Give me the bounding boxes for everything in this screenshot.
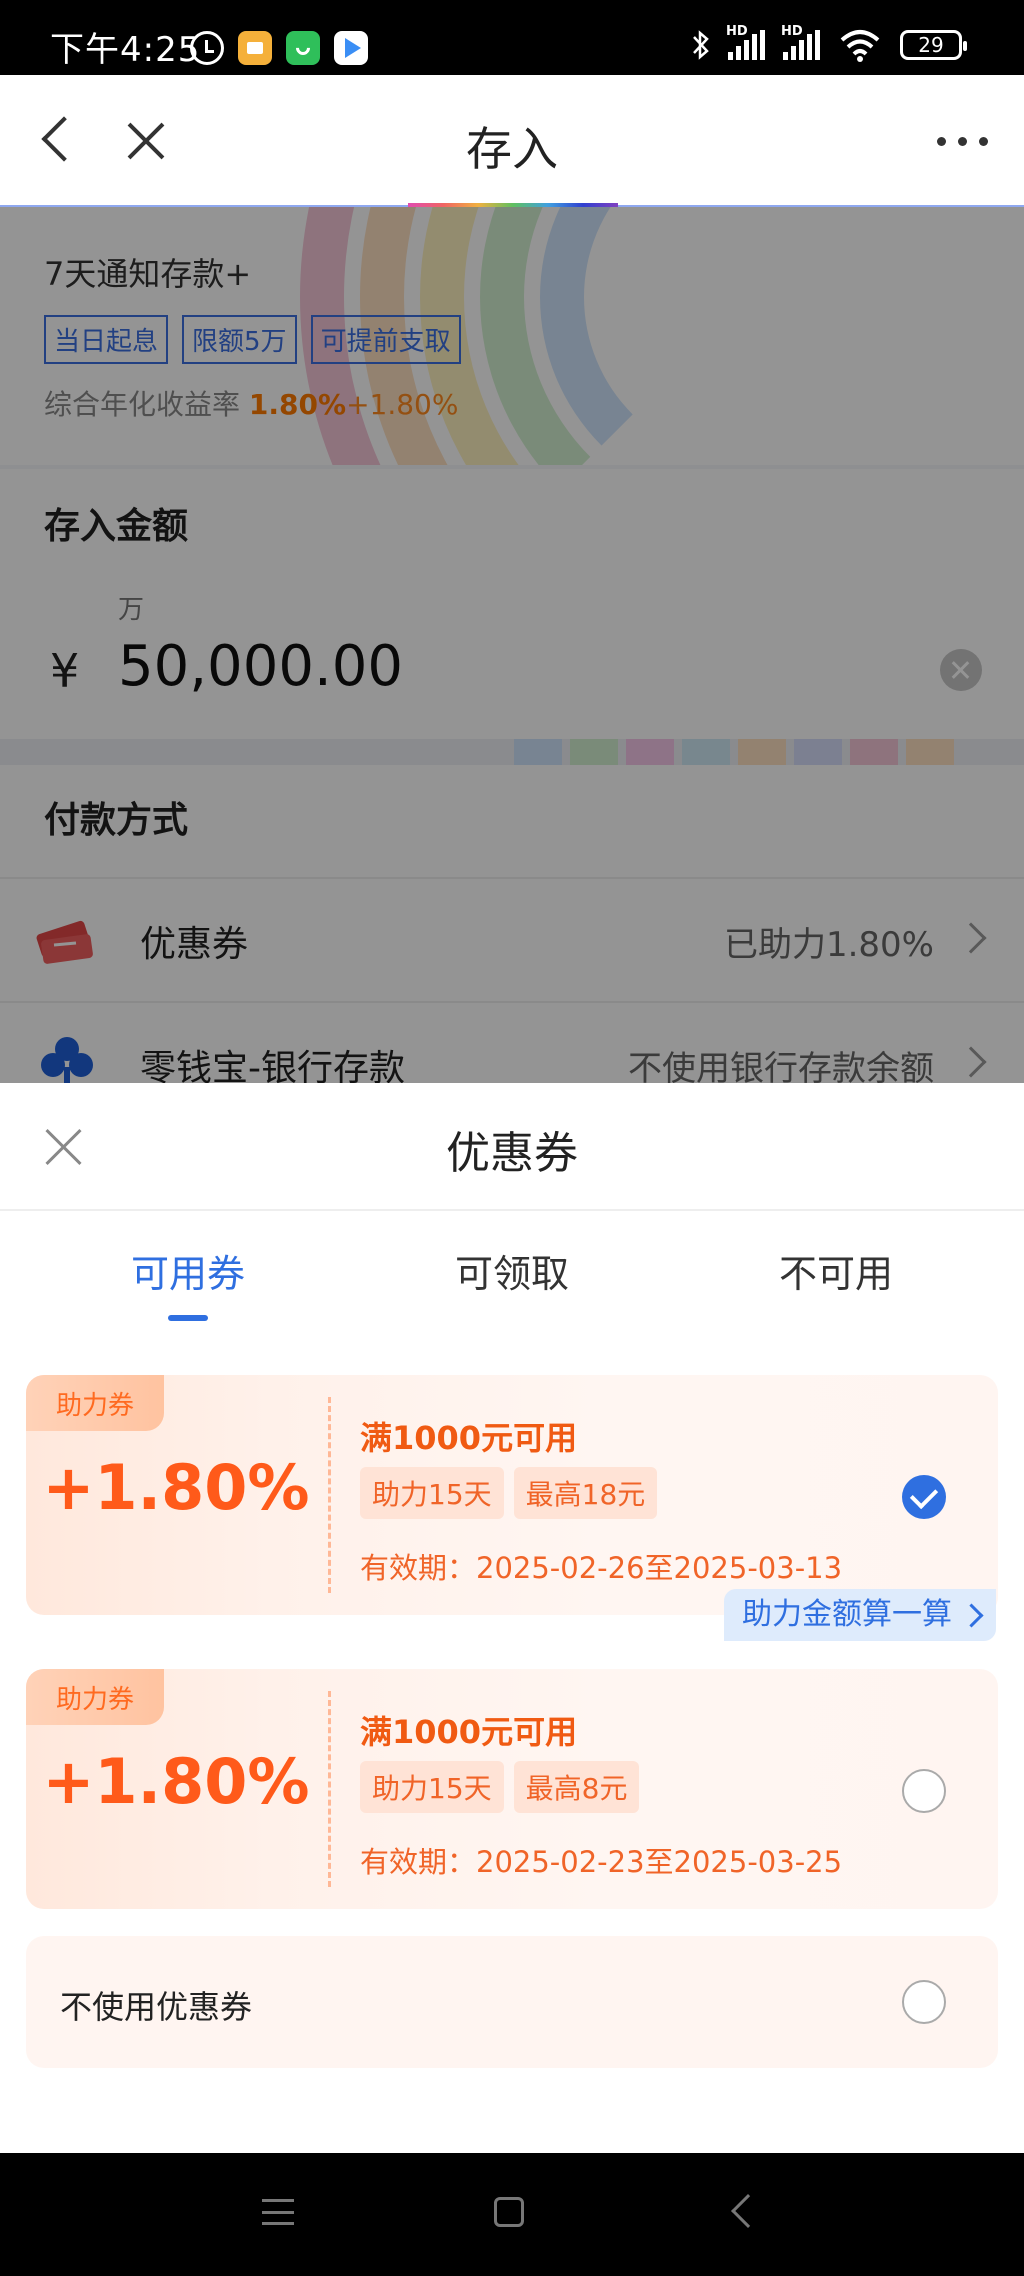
status-notification-icons: [190, 31, 368, 65]
coupon-tabs: 可用券 可领取 不可用: [0, 1243, 1024, 1323]
coupon-percent: +1.80%: [42, 1745, 310, 1818]
unselected-radio-icon[interactable]: [902, 1980, 946, 2024]
coupon-badge: 助力券: [26, 1669, 164, 1725]
modal-overlay[interactable]: [0, 207, 1024, 1083]
notes-app-icon: [238, 31, 272, 65]
bluetooth-icon: [693, 30, 709, 60]
more-options-icon[interactable]: [937, 137, 988, 146]
tab-claimable[interactable]: 可领取: [342, 1243, 682, 1298]
phone-app-icon: [286, 31, 320, 65]
coupon-condition: 满1000元可用: [360, 1713, 578, 1751]
coupon-condition: 满1000元可用: [360, 1419, 578, 1457]
cellular-signal-icon-1: HD: [726, 24, 765, 60]
coupon-chip: 助力15天: [360, 1761, 504, 1813]
sheet-title: 优惠券: [446, 1128, 578, 1179]
coupon-chip: 最高18元: [513, 1467, 658, 1519]
calc-amount-link[interactable]: 助力金额算一算: [724, 1589, 996, 1641]
no-coupon-label: 不使用优惠券: [60, 1988, 253, 2026]
coupon-validity: 有效期：2025-02-23至2025-03-25: [360, 1845, 843, 1879]
page-title: 存入: [466, 122, 558, 176]
coupon-card[interactable]: 助力券 +1.80% 满1000元可用 助力15天 最高8元 有效期：2025-…: [26, 1669, 998, 1909]
coupon-percent: +1.80%: [42, 1451, 310, 1524]
status-time: 下午4:25: [50, 30, 201, 70]
play-store-icon: [334, 31, 368, 65]
tab-available[interactable]: 可用券: [18, 1243, 358, 1298]
coupon-chip: 助力15天: [360, 1467, 504, 1519]
active-tab-indicator: [168, 1315, 208, 1321]
system-nav-bar: [0, 2153, 1024, 2276]
coupon-chips: 助力15天 最高18元: [360, 1467, 658, 1519]
cellular-signal-icon-2: HD: [781, 24, 820, 60]
back-icon[interactable]: [731, 2194, 765, 2228]
coupon-card[interactable]: 助力券 +1.80% 满1000元可用 助力15天 最高18元 有效期：2025…: [26, 1375, 998, 1615]
coupon-chip: 最高8元: [513, 1761, 640, 1813]
status-system-icons: HD HD 29: [692, 24, 967, 62]
status-bar: 下午4:25 HD HD 29: [0, 0, 1024, 75]
battery-icon: 29: [900, 30, 967, 60]
wifi-icon: [840, 30, 880, 62]
home-icon[interactable]: [494, 2197, 524, 2227]
unselected-radio-icon[interactable]: [902, 1769, 946, 1813]
selected-check-icon[interactable]: [902, 1475, 946, 1519]
divider: [0, 1209, 1024, 1211]
coupon-chips: 助力15天 最高8元: [360, 1761, 640, 1813]
alarm-icon: [190, 31, 224, 65]
no-coupon-option[interactable]: 不使用优惠券: [26, 1936, 998, 2068]
coupon-badge: 助力券: [26, 1375, 164, 1431]
top-nav-bar: 存入: [0, 75, 1024, 208]
coupon-validity: 有效期：2025-02-26至2025-03-13: [360, 1551, 843, 1585]
coupon-divider: [328, 1691, 331, 1887]
recent-apps-icon[interactable]: [262, 2199, 294, 2225]
tab-unavailable[interactable]: 不可用: [666, 1243, 1006, 1298]
coupon-divider: [328, 1397, 331, 1593]
